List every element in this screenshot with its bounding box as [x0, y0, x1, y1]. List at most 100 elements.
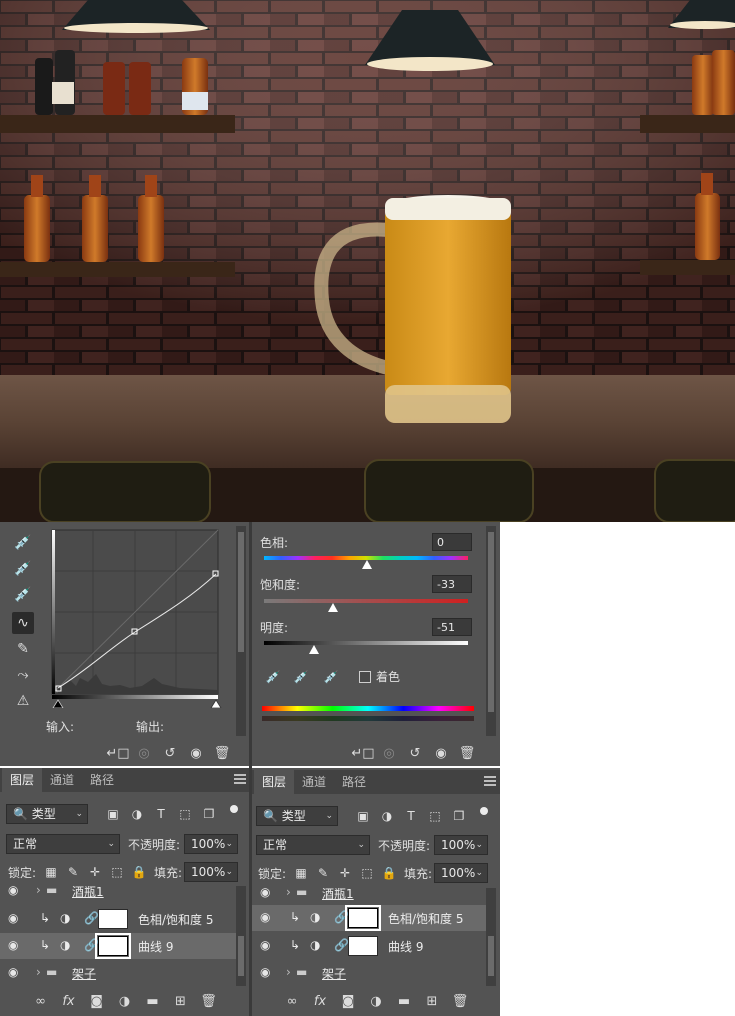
- tab-channels[interactable]: 通道: [294, 770, 334, 794]
- clip-to-layer-icon[interactable]: ↵□: [105, 742, 131, 764]
- blend-mode-select[interactable]: 正常 ⌄: [256, 835, 370, 855]
- filter-smart-object-icon[interactable]: ❐: [450, 807, 468, 825]
- layer-name[interactable]: 色相/饱和度 5: [138, 911, 214, 928]
- link-icon[interactable]: 🔗: [334, 938, 349, 952]
- visibility-eye-icon[interactable]: ◉: [260, 888, 274, 899]
- tab-paths[interactable]: 路径: [334, 770, 374, 794]
- view-previous-icon[interactable]: ◎: [131, 742, 157, 764]
- filter-smart-object-icon[interactable]: ❐: [200, 805, 218, 823]
- new-group-icon[interactable]: ▬: [140, 990, 166, 1012]
- smooth-icon[interactable]: ⤳: [12, 664, 34, 686]
- lock-position-icon[interactable]: ✛: [336, 864, 354, 882]
- add-mask-icon[interactable]: ◙: [335, 990, 361, 1012]
- trash-icon[interactable]: 🗑: [447, 990, 473, 1012]
- visibility-eye-icon[interactable]: ◉: [260, 910, 274, 924]
- reset-icon[interactable]: ↺: [402, 742, 428, 764]
- layer-mask-thumbnail[interactable]: [98, 909, 128, 929]
- tab-layers[interactable]: 图层: [2, 768, 43, 792]
- lock-position-icon[interactable]: ✛: [86, 863, 104, 881]
- fx-icon[interactable]: fx: [307, 990, 333, 1012]
- view-previous-icon[interactable]: ◎: [376, 742, 402, 764]
- fill-field[interactable]: 100% ⌄: [434, 863, 488, 883]
- filter-pixel-icon[interactable]: ▣: [104, 805, 122, 823]
- link-layers-icon[interactable]: ∞: [28, 990, 54, 1012]
- fx-icon[interactable]: fx: [56, 990, 82, 1012]
- visibility-eye-icon[interactable]: ◉: [8, 938, 22, 952]
- opacity-field[interactable]: 100% ⌄: [184, 834, 238, 854]
- visibility-eye-icon[interactable]: ◉: [8, 911, 22, 925]
- saturation-slider-track[interactable]: [264, 599, 468, 603]
- visibility-eye-icon[interactable]: ◉: [260, 965, 274, 979]
- panel-menu-icon[interactable]: [484, 776, 496, 786]
- filter-pixel-icon[interactable]: ▣: [354, 807, 372, 825]
- layer-mask-thumbnail[interactable]: [95, 933, 131, 959]
- lightness-value-field[interactable]: -51: [432, 618, 472, 636]
- layer-row-adjustment[interactable]: ◉ ↳ ◑ 🔗 色相/饱和度 5: [0, 906, 236, 932]
- visibility-eye-icon[interactable]: ◉: [260, 938, 274, 952]
- opacity-field[interactable]: 100% ⌄: [434, 835, 488, 855]
- eyedropper-plus-icon[interactable]: 💉: [292, 668, 310, 686]
- curve-point-icon[interactable]: ∿: [12, 612, 34, 634]
- layer-row-group[interactable]: ◉ › ▬ 架子: [252, 960, 486, 986]
- new-layer-icon[interactable]: ⊞: [419, 990, 445, 1012]
- curve-graph[interactable]: [50, 528, 222, 708]
- reset-icon[interactable]: ↺: [157, 742, 183, 764]
- layer-filter-select[interactable]: 🔍 类型 ⌄: [256, 806, 338, 826]
- layer-row-adjustment-selected[interactable]: ◉ ↳ ◑ 🔗 色相/饱和度 5: [252, 905, 486, 931]
- filter-shape-icon[interactable]: ⬚: [176, 805, 194, 823]
- eyedropper-icon[interactable]: 💉: [264, 668, 282, 686]
- layer-name[interactable]: 酒瓶1: [322, 888, 354, 902]
- panel-menu-icon[interactable]: [234, 774, 246, 784]
- clip-to-layer-icon[interactable]: ↵□: [350, 742, 376, 764]
- colorize-checkbox[interactable]: [359, 671, 371, 683]
- lightness-slider-track[interactable]: [264, 641, 468, 645]
- lock-all-icon[interactable]: 🔒: [130, 863, 148, 881]
- lock-transparent-icon[interactable]: ▦: [42, 863, 60, 881]
- trash-icon[interactable]: 🗑: [454, 742, 480, 764]
- layer-name[interactable]: 色相/饱和度 5: [388, 910, 464, 927]
- tab-layers[interactable]: 图层: [254, 770, 295, 794]
- link-icon[interactable]: 🔗: [334, 910, 349, 924]
- filter-shape-icon[interactable]: ⬚: [426, 807, 444, 825]
- hue-value-field[interactable]: 0: [432, 533, 472, 551]
- visibility-eye-icon[interactable]: ◉: [8, 886, 22, 897]
- filter-adjustment-icon[interactable]: ◑: [378, 807, 396, 825]
- layer-name[interactable]: 曲线 9: [138, 938, 173, 955]
- filter-toggle-icon[interactable]: [480, 807, 488, 815]
- eyedropper-minus-icon[interactable]: 💉: [322, 668, 340, 686]
- lightness-slider-thumb[interactable]: [309, 645, 319, 654]
- layer-row-group[interactable]: ◉ › ▬ 架子: [0, 960, 236, 986]
- layer-filter-select[interactable]: 🔍 类型 ⌄: [6, 804, 88, 824]
- trash-icon[interactable]: 🗑: [209, 742, 235, 764]
- layer-mask-thumbnail[interactable]: [345, 905, 381, 931]
- expand-arrow-icon[interactable]: ›: [36, 965, 41, 979]
- layer-mask-thumbnail[interactable]: [348, 936, 378, 956]
- layer-name[interactable]: 酒瓶1: [72, 886, 104, 900]
- expand-arrow-icon[interactable]: ›: [36, 886, 41, 897]
- filter-type-icon[interactable]: T: [402, 807, 420, 825]
- new-layer-icon[interactable]: ⊞: [168, 990, 194, 1012]
- histogram-warning-icon[interactable]: ⚠: [12, 690, 34, 712]
- tab-channels[interactable]: 通道: [42, 768, 82, 792]
- add-mask-icon[interactable]: ◙: [84, 990, 110, 1012]
- visibility-icon[interactable]: ◉: [183, 742, 209, 764]
- lock-image-icon[interactable]: ✎: [64, 863, 82, 881]
- link-icon[interactable]: 🔗: [84, 911, 99, 925]
- expand-arrow-icon[interactable]: ›: [286, 888, 291, 899]
- layer-row-adjustment[interactable]: ◉ ↳ ◑ 🔗 曲线 9: [252, 933, 486, 959]
- eyedropper-gray-icon[interactable]: 💉: [12, 558, 34, 580]
- lock-image-icon[interactable]: ✎: [314, 864, 332, 882]
- lock-artboard-icon[interactable]: ⬚: [108, 863, 126, 881]
- saturation-value-field[interactable]: -33: [432, 575, 472, 593]
- visibility-eye-icon[interactable]: ◉: [8, 965, 22, 979]
- link-icon[interactable]: 🔗: [84, 938, 99, 952]
- pencil-icon[interactable]: ✎: [12, 638, 34, 660]
- trash-icon[interactable]: 🗑: [196, 990, 222, 1012]
- layer-row-group[interactable]: ◉ › ▬ 酒瓶1: [252, 888, 486, 906]
- layers-scrollbar[interactable]: [236, 886, 246, 986]
- blend-mode-select[interactable]: 正常 ⌄: [6, 834, 120, 854]
- lock-transparent-icon[interactable]: ▦: [292, 864, 310, 882]
- saturation-slider-thumb[interactable]: [328, 603, 338, 612]
- eyedropper-black-icon[interactable]: 💉: [12, 532, 34, 554]
- hue-scrollbar[interactable]: [486, 526, 496, 736]
